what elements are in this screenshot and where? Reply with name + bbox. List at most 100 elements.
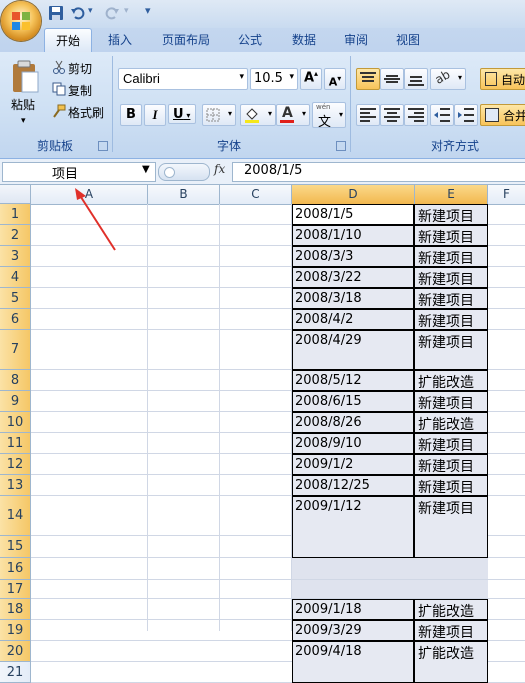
tab-page-layout[interactable]: 页面布局 — [152, 28, 220, 52]
column-header-f[interactable]: F — [488, 185, 525, 205]
save-icon[interactable] — [48, 5, 64, 21]
row-header-18[interactable]: 18 — [0, 599, 31, 620]
date-cell[interactable]: 2009/4/18 — [292, 641, 414, 683]
cut-button[interactable]: 剪切 — [68, 60, 92, 77]
fill-color-button[interactable]: ▾ — [240, 104, 276, 126]
row-header-2[interactable]: 2 — [0, 225, 31, 246]
date-cell[interactable]: 2008/5/12 — [292, 370, 414, 391]
row-header-21[interactable]: 21 — [0, 662, 31, 683]
row-header-14[interactable]: 14 — [0, 496, 31, 536]
row-header-13[interactable]: 13 — [0, 475, 31, 496]
align-center-button[interactable] — [380, 104, 404, 126]
font-color-button[interactable]: A ▾ — [276, 104, 310, 126]
date-cell[interactable]: 2009/1/2 — [292, 454, 414, 475]
type-cell[interactable]: 扩能改造 — [414, 641, 488, 683]
date-cell[interactable]: 2009/1/12 — [292, 496, 414, 558]
font-name-select[interactable]: Calibri ▾ — [118, 68, 248, 90]
align-bottom-button[interactable] — [404, 68, 428, 90]
underline-button[interactable]: U ▾ — [168, 104, 196, 124]
font-dialog-launcher-icon[interactable] — [336, 141, 346, 151]
date-cell[interactable]: 2008/3/18 — [292, 288, 414, 309]
row-header-12[interactable]: 12 — [0, 454, 31, 475]
tab-formulas[interactable]: 公式 — [228, 28, 272, 52]
tab-data[interactable]: 数据 — [282, 28, 326, 52]
merge-center-button[interactable]: 合并 — [480, 104, 525, 126]
name-box[interactable] — [2, 162, 156, 182]
wrap-text-button[interactable]: 自动 — [480, 68, 525, 90]
type-cell[interactable]: 扩能改造 — [414, 599, 488, 620]
date-cell[interactable]: 2008/6/15 — [292, 391, 414, 412]
insert-function-button[interactable]: fx — [214, 162, 225, 176]
align-left-button[interactable] — [356, 104, 380, 126]
tab-review[interactable]: 审阅 — [334, 28, 378, 52]
row-header-10[interactable]: 10 — [0, 412, 31, 433]
date-cell[interactable]: 2008/1/5 — [292, 204, 414, 225]
clipboard-dialog-launcher-icon[interactable] — [98, 141, 108, 151]
date-cell[interactable]: 2008/8/26 — [292, 412, 414, 433]
type-cell[interactable]: 扩能改造 — [414, 370, 488, 391]
row-header-16[interactable]: 16 — [0, 558, 31, 580]
date-cell[interactable]: 2008/9/10 — [292, 433, 414, 454]
italic-button[interactable]: I — [144, 104, 166, 126]
decrease-indent-button[interactable] — [430, 104, 454, 126]
date-cell[interactable]: 2009/1/18 — [292, 599, 414, 620]
date-cell[interactable]: 2008/4/2 — [292, 309, 414, 330]
type-cell[interactable]: 新建项目 — [414, 309, 488, 330]
row-header-11[interactable]: 11 — [0, 433, 31, 454]
column-header-b[interactable]: B — [148, 185, 220, 205]
tab-insert[interactable]: 插入 — [98, 28, 142, 52]
type-cell[interactable]: 新建项目 — [414, 225, 488, 246]
type-cell[interactable]: 新建项目 — [414, 330, 488, 370]
formula-bar-splitter[interactable] — [158, 163, 210, 181]
paste-button[interactable]: 粘贴 ▾ — [6, 58, 44, 138]
format-painter-button[interactable]: 格式刷 — [68, 104, 104, 121]
copy-button[interactable]: 复制 — [68, 82, 92, 99]
type-cell[interactable]: 新建项目 — [414, 288, 488, 309]
type-cell[interactable]: 新建项目 — [414, 475, 488, 496]
name-box-dropdown-icon[interactable]: ▼ — [142, 164, 150, 175]
row-header-1[interactable]: 1 — [0, 204, 31, 225]
row-header-8[interactable]: 8 — [0, 370, 31, 391]
row-header-17[interactable]: 17 — [0, 580, 31, 599]
row-header-7[interactable]: 7 — [0, 330, 31, 370]
type-cell[interactable]: 新建项目 — [414, 496, 488, 558]
row-header-6[interactable]: 6 — [0, 309, 31, 330]
undo-dropdown-icon[interactable]: ▾ — [88, 6, 93, 16]
borders-button[interactable]: ▾ — [202, 104, 236, 126]
row-header-4[interactable]: 4 — [0, 267, 31, 288]
date-cell[interactable]: 2008/12/25 — [292, 475, 414, 496]
row-header-20[interactable]: 20 — [0, 641, 31, 662]
tab-home[interactable]: 开始 — [44, 28, 92, 53]
align-middle-button[interactable] — [380, 68, 404, 90]
type-cell[interactable]: 新建项目 — [414, 391, 488, 412]
column-header-d[interactable]: D — [292, 185, 415, 205]
type-cell[interactable]: 新建项目 — [414, 204, 488, 225]
column-header-c[interactable]: C — [220, 185, 292, 205]
type-cell[interactable]: 新建项目 — [414, 433, 488, 454]
type-cell[interactable]: 新建项目 — [414, 454, 488, 475]
customize-qat-icon[interactable]: ▾ — [145, 4, 151, 17]
type-cell[interactable]: 扩能改造 — [414, 412, 488, 433]
grow-font-button[interactable]: A▴ — [300, 68, 322, 90]
row-header-15[interactable]: 15 — [0, 536, 31, 558]
align-right-button[interactable] — [404, 104, 428, 126]
redo-icon[interactable] — [104, 5, 120, 21]
row-header-9[interactable]: 9 — [0, 391, 31, 412]
tab-view[interactable]: 视图 — [386, 28, 430, 52]
phonetic-guide-button[interactable]: wén 文 ▾ — [312, 102, 346, 130]
select-all-corner[interactable] — [0, 185, 31, 204]
date-cell[interactable]: 2008/3/3 — [292, 246, 414, 267]
date-cell[interactable]: 2008/3/22 — [292, 267, 414, 288]
increase-indent-button[interactable] — [454, 104, 478, 126]
row-header-5[interactable]: 5 — [0, 288, 31, 309]
undo-icon[interactable] — [70, 5, 86, 21]
date-cell[interactable]: 2008/4/29 — [292, 330, 414, 370]
type-cell[interactable]: 新建项目 — [414, 246, 488, 267]
office-button[interactable] — [1, 1, 41, 41]
type-cell[interactable]: 新建项目 — [414, 267, 488, 288]
shrink-font-button[interactable]: A▾ — [324, 68, 346, 90]
bold-button[interactable]: B — [120, 104, 142, 126]
row-header-3[interactable]: 3 — [0, 246, 31, 267]
orientation-button[interactable]: ab ▾ — [430, 67, 466, 90]
align-top-button[interactable] — [356, 68, 380, 90]
